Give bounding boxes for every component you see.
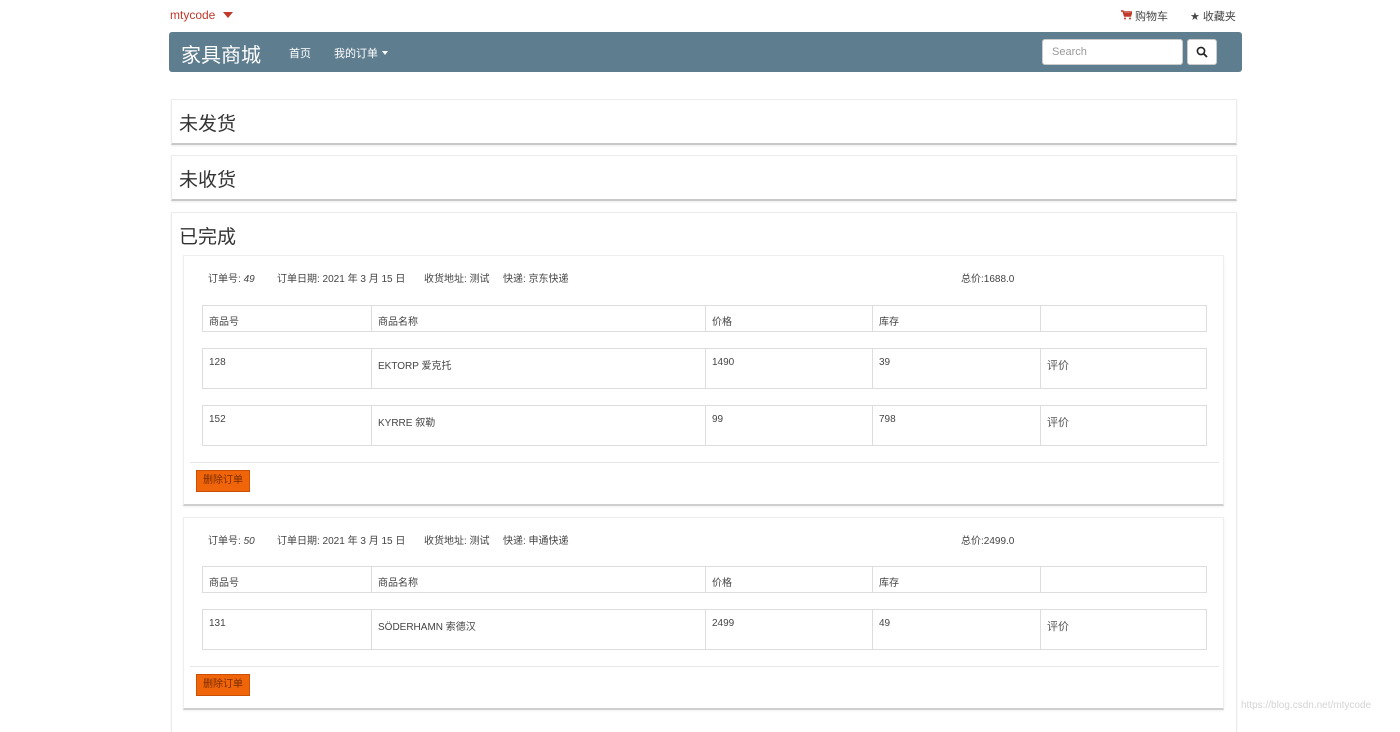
search-input[interactable]	[1042, 39, 1183, 65]
item-name: SÖDERHAMN 索德汉	[378, 622, 476, 633]
shopping-cart-icon	[1121, 9, 1133, 23]
col-header-name: 商品名称	[378, 317, 418, 328]
panel-unshipped[interactable]: 未发货	[171, 99, 1237, 145]
search-icon	[1196, 46, 1208, 58]
top-bar: mtycode 购物车 ★ 收藏夹	[0, 0, 1400, 30]
item-stock: 39	[879, 357, 891, 368]
item-name: EKTORP 爱克托	[378, 361, 452, 372]
favorites-link[interactable]: ★ 收藏夹	[1190, 8, 1236, 24]
item-name: KYRRE 叙勒	[378, 418, 436, 429]
panel-title-completed: 已完成	[179, 227, 237, 248]
col-header-id: 商品号	[209, 317, 239, 328]
caret-down-icon	[223, 12, 234, 18]
delete-order-button[interactable]: 删除订单	[196, 470, 250, 492]
item-price: 1490	[712, 357, 735, 368]
item-id: 128	[209, 357, 226, 368]
order-card: 订单号: 50 订单日期: 2021 年 3 月 15 日 收货地址: 测试 快…	[183, 517, 1224, 710]
table-row: 131 SÖDERHAMN 索德汉 2499 49 评价	[202, 609, 1207, 650]
order-express: 快递: 京东快递	[503, 274, 569, 285]
order-divider	[190, 666, 1219, 667]
review-link[interactable]: 评价	[1047, 357, 1069, 373]
review-link[interactable]: 评价	[1047, 618, 1069, 634]
item-price: 2499	[712, 618, 735, 629]
order-header: 订单号: 49 订单日期: 2021 年 3 月 15 日 收货地址: 测试 快…	[184, 270, 1223, 285]
nav-home[interactable]: 首页	[289, 45, 311, 61]
panel-title-unreceived: 未收货	[179, 170, 237, 191]
table-row: 152 KYRRE 叙勒 99 798 评价	[202, 405, 1207, 446]
table-row: 128 EKTORP 爱克托 1490 39 评价	[202, 348, 1207, 389]
navbar: 家具商城 首页 我的订单	[169, 32, 1242, 72]
order-total: 总价:2499.0	[961, 536, 1015, 547]
panel-unreceived[interactable]: 未收货	[171, 155, 1237, 201]
order-divider	[190, 462, 1219, 463]
nav-my-orders-dropdown[interactable]: 我的订单	[334, 45, 388, 61]
star-icon: ★	[1190, 10, 1200, 23]
col-header-price: 价格	[712, 317, 732, 328]
user-menu[interactable]: mtycode	[170, 8, 234, 22]
order-express: 快递: 申通快递	[503, 536, 569, 547]
order-address: 收货地址: 测试	[424, 274, 490, 285]
item-id: 152	[209, 414, 226, 425]
delete-order-button[interactable]: 删除订单	[196, 674, 250, 696]
col-header-name: 商品名称	[378, 578, 418, 589]
nav-my-orders-label: 我的订单	[334, 48, 378, 60]
item-stock: 798	[879, 414, 896, 425]
order-card: 订单号: 49 订单日期: 2021 年 3 月 15 日 收货地址: 测试 快…	[183, 255, 1224, 506]
review-link[interactable]: 评价	[1047, 414, 1069, 430]
cart-link[interactable]: 购物车	[1121, 8, 1168, 24]
col-header-stock: 库存	[879, 317, 899, 328]
brand-logo[interactable]: 家具商城	[181, 39, 261, 68]
panel-title-unshipped: 未发货	[179, 114, 237, 135]
caret-down-icon	[382, 51, 388, 55]
order-number: 订单号: 50	[208, 536, 255, 547]
cart-label: 购物车	[1135, 11, 1168, 23]
col-header-price: 价格	[712, 578, 732, 589]
username: mtycode	[170, 8, 216, 22]
table-header-row: 商品号 商品名称 价格 库存	[202, 566, 1207, 593]
order-total: 总价:1688.0	[961, 274, 1015, 285]
order-address: 收货地址: 测试	[424, 536, 490, 547]
order-number: 订单号: 49	[208, 274, 255, 285]
item-id: 131	[209, 618, 226, 629]
item-price: 99	[712, 414, 724, 425]
search-button[interactable]	[1187, 39, 1217, 65]
favorites-label: 收藏夹	[1202, 11, 1236, 23]
order-header: 订单号: 50 订单日期: 2021 年 3 月 15 日 收货地址: 测试 快…	[184, 532, 1223, 547]
order-date: 订单日期: 2021 年 3 月 15 日	[277, 536, 406, 547]
item-stock: 49	[879, 618, 891, 629]
watermark: https://blog.csdn.net/mtycode	[1241, 700, 1372, 711]
col-header-id: 商品号	[209, 578, 239, 589]
col-header-stock: 库存	[879, 578, 899, 589]
table-header-row: 商品号 商品名称 价格 库存	[202, 305, 1207, 332]
order-date: 订单日期: 2021 年 3 月 15 日	[277, 274, 406, 285]
